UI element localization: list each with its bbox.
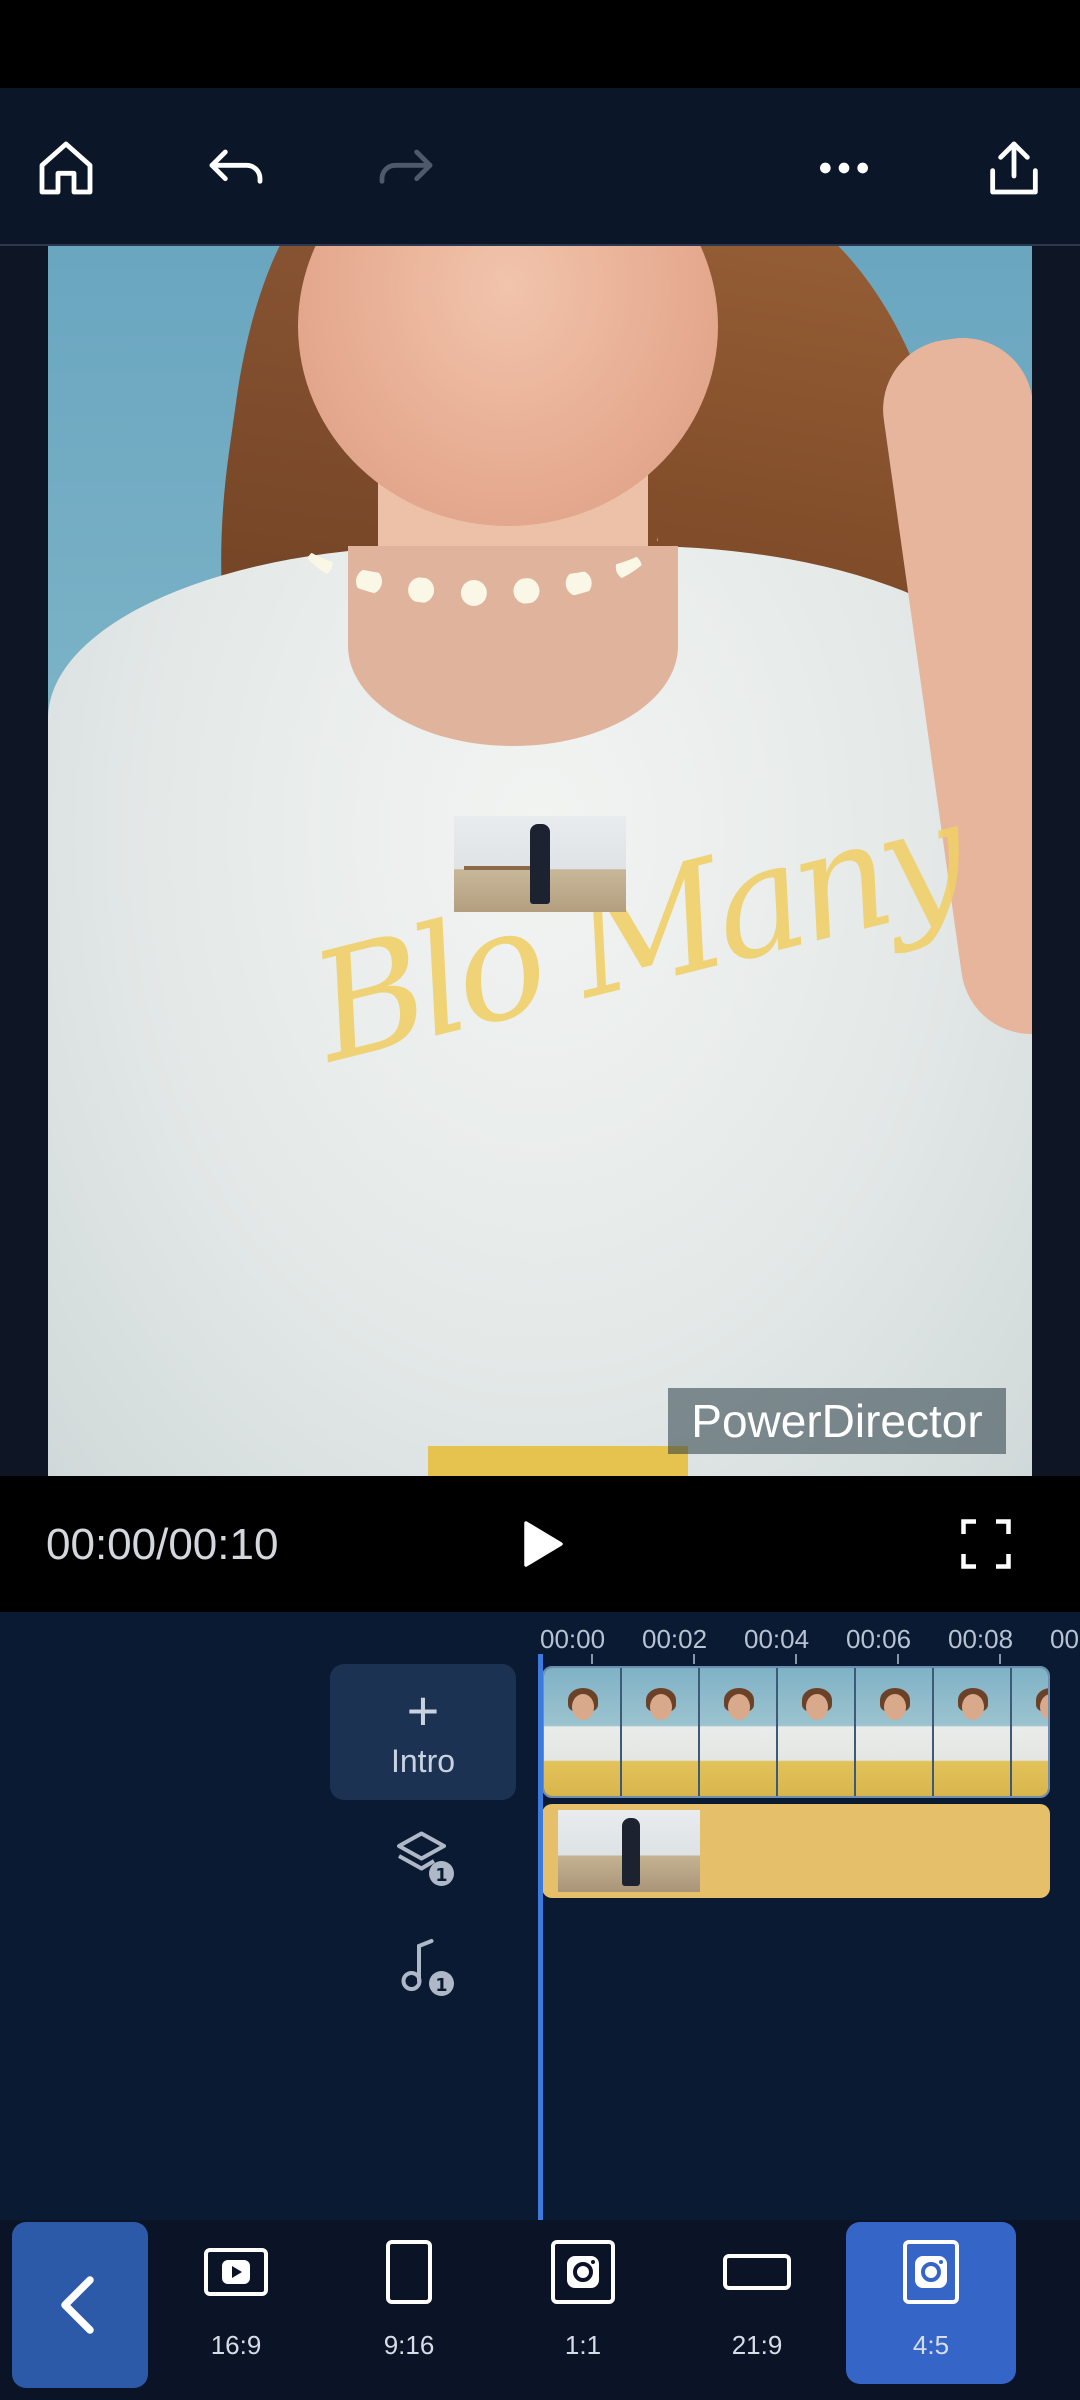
- ruler-label: 00:04: [744, 1624, 810, 1654]
- share-icon: [990, 141, 1038, 195]
- ratio-label: 1:1: [564, 2330, 602, 2360]
- intro-label: Intro: [390, 1742, 456, 1779]
- clip-thumbnail: [856, 1668, 934, 1796]
- video-track-clip[interactable]: [542, 1666, 1050, 1798]
- clip-thumbnail: [544, 1668, 622, 1796]
- layers-icon: 1: [397, 1831, 454, 1886]
- ruler-label: 00:10: [1050, 1624, 1080, 1654]
- audio-track-button[interactable]: 1: [384, 1926, 464, 2006]
- clip-thumbnail: [934, 1668, 1012, 1796]
- timeline[interactable]: 00:00 00:02 00:04 00:06 00:08 00:10 + In…: [0, 1612, 1080, 2220]
- wide-rect-icon: [723, 2254, 791, 2290]
- ruler-tick: [693, 1654, 695, 1664]
- portrait-rect-icon: [386, 2240, 432, 2304]
- overlay-thumbnail: [558, 1810, 700, 1892]
- instagram-square-icon: [551, 2240, 615, 2304]
- more-icon: [820, 162, 868, 174]
- ruler-tick: [999, 1654, 1001, 1664]
- video-preview[interactable]: Blo Many PowerDirector: [0, 246, 1080, 1476]
- ruler-label: 00:02: [642, 1624, 708, 1654]
- pip-overlay-clip[interactable]: [454, 816, 626, 912]
- ruler-tick: [897, 1654, 899, 1664]
- fullscreen-icon: [961, 1519, 1011, 1569]
- playhead[interactable]: [538, 1654, 543, 2220]
- youtube-icon: [204, 2248, 268, 2296]
- undo-icon: [209, 149, 263, 184]
- play-icon: [524, 1521, 563, 1567]
- play-button[interactable]: [500, 1504, 580, 1584]
- overlay-track-clip[interactable]: [542, 1804, 1050, 1898]
- status-bar: [0, 0, 1080, 88]
- ratio-label: 21:9: [731, 2330, 783, 2360]
- ratio-label: 9:16: [383, 2330, 435, 2360]
- ratio-4-5-button[interactable]: 4:5: [846, 2222, 1016, 2384]
- chevron-left-icon: [61, 2276, 94, 2334]
- ratio-1-1-button[interactable]: 1:1: [498, 2222, 668, 2384]
- time-ruler[interactable]: 00:00 00:02 00:04 00:06 00:08 00:10: [540, 1612, 1080, 1664]
- ruler-label: 00:06: [846, 1624, 912, 1654]
- clip-thumbnail: [778, 1668, 856, 1796]
- layer-track-button[interactable]: 1: [384, 1816, 464, 1896]
- ratio-label: 16:9: [210, 2330, 262, 2360]
- ratio-16-9-button[interactable]: 16:9: [151, 2222, 321, 2384]
- audio-count: 1: [435, 1976, 447, 1996]
- back-button[interactable]: [12, 2222, 148, 2388]
- ruler-label: 00:08: [948, 1624, 1014, 1654]
- ruler-label: 00:00: [540, 1624, 606, 1654]
- more-button[interactable]: [794, 118, 894, 218]
- top-toolbar: [0, 88, 1080, 246]
- undo-button[interactable]: [186, 118, 286, 218]
- redo-icon: [379, 149, 433, 184]
- ratio-21-9-button[interactable]: 21:9: [672, 2222, 842, 2384]
- timecode: 00:00/00:10: [46, 1520, 279, 1569]
- redo-button[interactable]: [356, 118, 456, 218]
- layer-count: 1: [435, 1866, 447, 1886]
- home-button[interactable]: [16, 118, 116, 218]
- clip-thumbnail: [1012, 1668, 1048, 1796]
- ruler-tick: [795, 1654, 797, 1664]
- watermark[interactable]: PowerDirector: [668, 1388, 1006, 1454]
- plus-icon: +: [406, 1678, 440, 1742]
- share-button[interactable]: [964, 118, 1064, 218]
- fullscreen-button[interactable]: [946, 1504, 1026, 1584]
- add-intro-button[interactable]: + Intro: [330, 1664, 516, 1800]
- ratio-9-16-button[interactable]: 9:16: [324, 2222, 494, 2384]
- music-note-icon: 1: [401, 1939, 454, 1996]
- ratio-label: 4:5: [912, 2330, 950, 2360]
- instagram-icon: [903, 2240, 959, 2304]
- home-icon: [39, 141, 93, 195]
- clip-thumbnail: [622, 1668, 700, 1796]
- clip-thumbnail: [700, 1668, 778, 1796]
- ruler-tick: [591, 1654, 593, 1664]
- playback-bar: 00:00/00:10: [0, 1476, 1080, 1612]
